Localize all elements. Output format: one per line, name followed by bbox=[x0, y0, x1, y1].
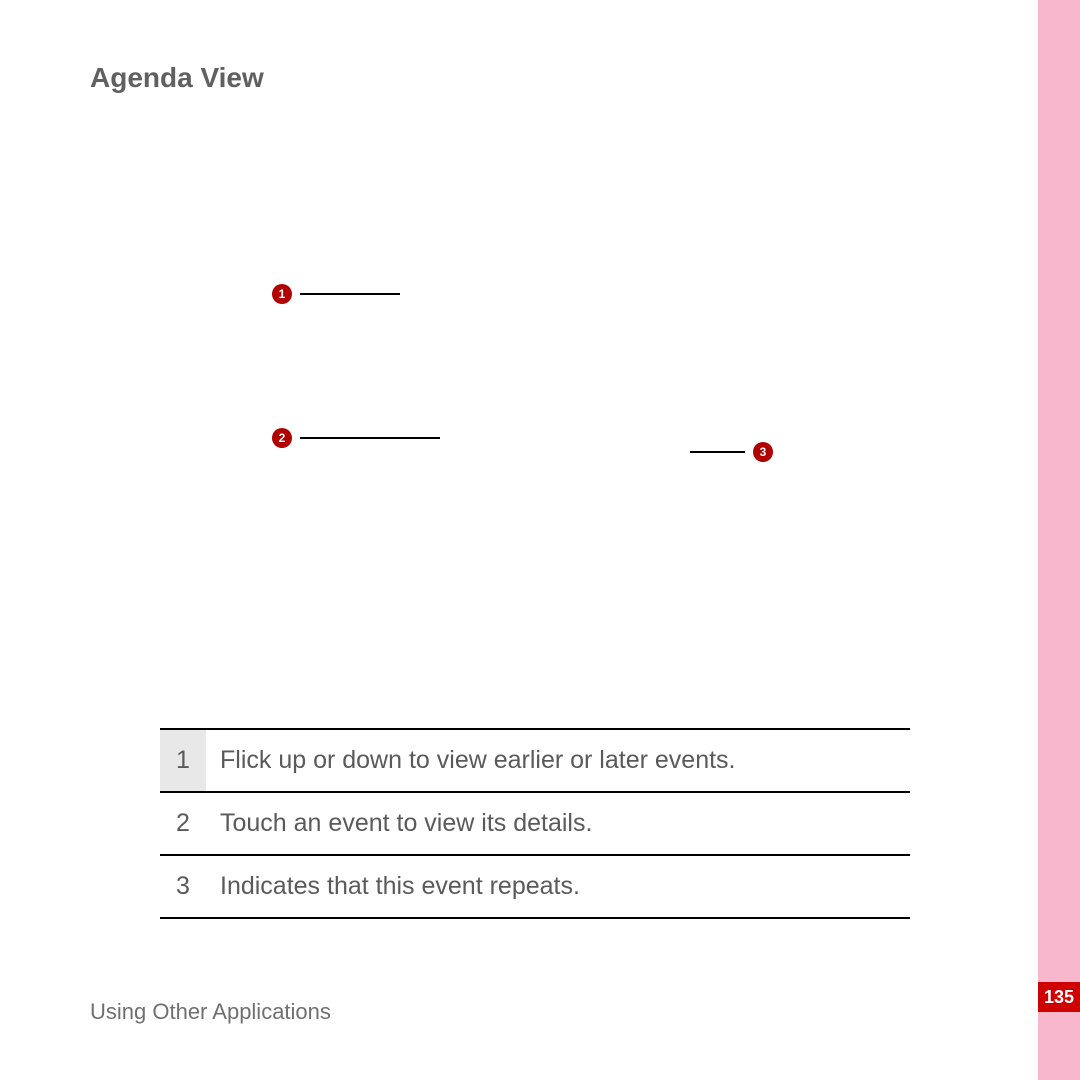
callout-bubble-1: 1 bbox=[272, 284, 292, 304]
side-tab-strip bbox=[1038, 0, 1080, 1080]
callout-diagram: 1 2 3 bbox=[260, 250, 810, 500]
page-number: 135 bbox=[1044, 987, 1074, 1008]
legend-table: 1 Flick up or down to view earlier or la… bbox=[160, 728, 910, 919]
legend-description: Indicates that this event repeats. bbox=[206, 855, 910, 918]
callout-leader-3 bbox=[690, 451, 745, 453]
table-row: 3 Indicates that this event repeats. bbox=[160, 855, 910, 918]
legend-description: Flick up or down to view earlier or late… bbox=[206, 729, 910, 792]
document-page: 135 Agenda View 1 2 3 1 Flick up or down… bbox=[0, 0, 1080, 1080]
callout-leader-1 bbox=[300, 293, 400, 295]
legend-number: 1 bbox=[160, 729, 206, 792]
table-row: 2 Touch an event to view its details. bbox=[160, 792, 910, 855]
legend-description: Touch an event to view its details. bbox=[206, 792, 910, 855]
callout-bubble-2: 2 bbox=[272, 428, 292, 448]
callout-3: 3 bbox=[690, 442, 773, 462]
legend-number: 3 bbox=[160, 855, 206, 918]
page-number-badge: 135 bbox=[1038, 982, 1080, 1012]
section-heading: Agenda View bbox=[90, 62, 264, 94]
callout-2: 2 bbox=[272, 428, 440, 448]
callout-1: 1 bbox=[272, 284, 400, 304]
table-row: 1 Flick up or down to view earlier or la… bbox=[160, 729, 910, 792]
callout-bubble-3: 3 bbox=[753, 442, 773, 462]
footer-section-title: Using Other Applications bbox=[90, 999, 331, 1025]
legend-number: 2 bbox=[160, 792, 206, 855]
callout-leader-2 bbox=[300, 437, 440, 439]
